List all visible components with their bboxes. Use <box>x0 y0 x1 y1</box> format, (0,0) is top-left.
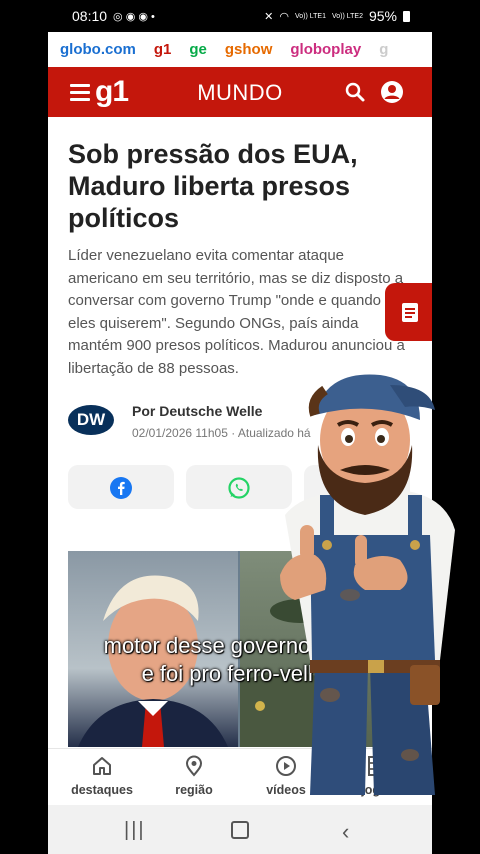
wifi-icon: ◠ <box>279 10 289 23</box>
mechanic-cartoon-sticker <box>280 374 455 795</box>
home-button-icon[interactable] <box>231 821 249 839</box>
dw-logo: DW <box>68 405 114 435</box>
user-account-icon[interactable] <box>380 80 404 104</box>
floating-news-button[interactable] <box>385 283 432 341</box>
portal-link-globoplay[interactable]: globoplay <box>290 41 361 58</box>
author-name[interactable]: Por Deutsche Welle <box>132 403 262 419</box>
article-subtitle: Líder venezuelano evita comentar ataque … <box>68 247 405 377</box>
portal-link-ge[interactable]: ge <box>189 41 207 58</box>
section-title: MUNDO <box>197 80 283 105</box>
back-icon[interactable]: ‹ <box>342 819 349 845</box>
portal-link-globo[interactable]: globo.com <box>60 41 136 58</box>
home-icon <box>93 757 111 775</box>
mute-icon: ✕ <box>264 10 274 23</box>
android-nav-bar: ||| ‹ <box>48 805 432 854</box>
news-list-icon <box>402 303 418 322</box>
portal-link-g1[interactable]: g1 <box>154 41 172 58</box>
g1-header: g1 MUNDO <box>48 67 432 117</box>
article-title: Sob pressão dos EUA, Maduro liberta pres… <box>68 139 358 233</box>
portal-link-more[interactable]: g <box>379 41 388 58</box>
location-pin-icon <box>185 755 203 777</box>
tab-label-destaques: destaques <box>71 783 133 797</box>
battery-level: 95% <box>368 8 397 24</box>
status-bar: 08:10 ◎ ◉ ◉ • ✕ ◠ Vo)) LTE1 Vo)) LTE2 95… <box>48 0 432 32</box>
share-facebook-button[interactable] <box>68 465 174 509</box>
whatsapp-icon <box>228 477 250 499</box>
status-time: 08:10 <box>72 8 108 24</box>
search-icon[interactable] <box>344 81 366 103</box>
network-2: Vo)) LTE2 <box>331 12 363 20</box>
facebook-icon <box>110 477 132 499</box>
battery-icon <box>403 10 410 22</box>
notification-icons: ◎ ◉ ◉ • <box>113 10 155 23</box>
network-1: Vo)) LTE1 <box>294 12 326 20</box>
tab-destaques[interactable]: destaques <box>62 755 142 797</box>
tab-label-regiao: região <box>175 783 213 797</box>
tab-regiao[interactable]: região <box>154 755 234 797</box>
recent-apps-icon[interactable]: ||| <box>124 819 146 842</box>
portal-link-gshow[interactable]: gshow <box>225 41 273 58</box>
portal-links: globo.com g1 ge gshow globoplay g <box>48 32 432 66</box>
